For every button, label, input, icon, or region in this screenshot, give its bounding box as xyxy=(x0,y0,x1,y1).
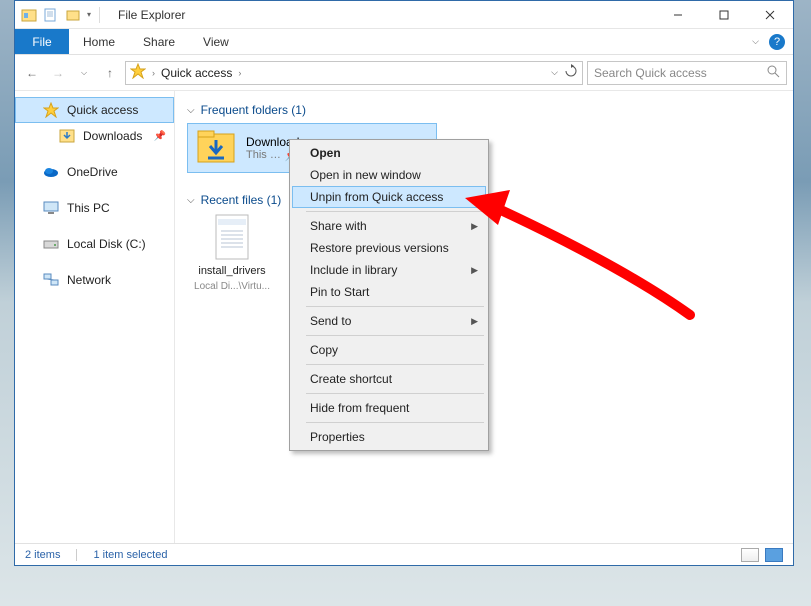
minimize-button[interactable] xyxy=(655,1,701,29)
status-item-count: 2 items xyxy=(25,549,60,561)
nav-label: This PC xyxy=(67,201,110,215)
search-icon xyxy=(767,65,780,81)
breadcrumb-quickaccess[interactable]: Quick access xyxy=(161,66,232,80)
help-icon[interactable]: ? xyxy=(769,34,785,50)
ctx-hide-frequent[interactable]: Hide from frequent xyxy=(292,397,486,419)
nav-this-pc[interactable]: This PC xyxy=(15,195,174,221)
pin-icon: 📌 xyxy=(154,131,166,142)
large-icons-view-button[interactable] xyxy=(765,548,783,562)
section-frequent-folders[interactable]: ⌵ Frequent folders (1) xyxy=(187,103,781,117)
ctx-open-new-window[interactable]: Open in new window xyxy=(292,164,486,186)
submenu-arrow-icon: ▶ xyxy=(471,221,478,232)
ctx-share-with[interactable]: Share with▶ xyxy=(292,215,486,237)
status-selected-count: 1 item selected xyxy=(93,549,167,561)
details-view-button[interactable] xyxy=(741,548,759,562)
address-dropdown-icon[interactable]: ⌵ xyxy=(551,67,558,78)
address-bar-row: ← → ⌵ ↑ › Quick access › ⌵ Search Quick … xyxy=(15,55,793,91)
onedrive-icon xyxy=(43,164,59,180)
close-button[interactable] xyxy=(747,1,793,29)
context-menu: Open Open in new window Unpin from Quick… xyxy=(289,139,489,451)
search-input[interactable]: Search Quick access xyxy=(587,61,787,85)
navigation-pane: Quick access Downloads 📌 OneDrive xyxy=(15,91,175,543)
nav-downloads[interactable]: Downloads 📌 xyxy=(15,123,174,149)
ctx-send-to[interactable]: Send to▶ xyxy=(292,310,486,332)
status-bar: 2 items 1 item selected xyxy=(15,543,793,565)
thispc-icon xyxy=(43,200,59,216)
tab-view[interactable]: View xyxy=(189,29,243,54)
ribbon-tabs: File Home Share View ⌵ ? xyxy=(15,29,793,55)
titlebar: ▾ File Explorer xyxy=(15,1,793,29)
search-placeholder: Search Quick access xyxy=(594,66,707,80)
network-icon xyxy=(43,272,59,288)
nav-onedrive[interactable]: OneDrive xyxy=(15,159,174,185)
tab-share[interactable]: Share xyxy=(129,29,189,54)
ctx-create-shortcut[interactable]: Create shortcut xyxy=(292,368,486,390)
nav-label: Local Disk (C:) xyxy=(67,237,146,251)
nav-quick-access[interactable]: Quick access xyxy=(15,97,174,123)
nav-label: Quick access xyxy=(67,103,138,117)
ctx-open[interactable]: Open xyxy=(292,142,486,164)
back-button[interactable]: ← xyxy=(21,62,43,84)
file-tab[interactable]: File xyxy=(15,29,69,54)
nav-local-disk[interactable]: Local Disk (C:) xyxy=(15,231,174,257)
nav-label: Network xyxy=(67,273,111,287)
ribbon-expand-icon[interactable]: ⌵ xyxy=(752,36,759,47)
submenu-arrow-icon: ▶ xyxy=(471,265,478,276)
text-file-icon xyxy=(208,213,256,261)
file-name: install_drivers xyxy=(198,265,265,277)
address-field[interactable]: › Quick access › ⌵ xyxy=(125,61,583,85)
drive-icon xyxy=(43,236,59,252)
collapse-icon[interactable]: ⌵ xyxy=(187,105,195,116)
downloads-folder-icon xyxy=(196,128,236,168)
file-path: Local Di...\Virtu... xyxy=(194,281,270,292)
ctx-pin-start[interactable]: Pin to Start xyxy=(292,281,486,303)
quickaccess-star-icon xyxy=(43,102,59,118)
maximize-button[interactable] xyxy=(701,1,747,29)
qat-properties-icon[interactable] xyxy=(43,7,59,23)
submenu-arrow-icon: ▶ xyxy=(471,316,478,327)
quickaccess-star-icon xyxy=(130,63,146,82)
ctx-copy[interactable]: Copy xyxy=(292,339,486,361)
recent-locations-button[interactable]: ⌵ xyxy=(73,62,95,84)
breadcrumb-sep-icon[interactable]: › xyxy=(236,68,243,78)
up-button[interactable]: ↑ xyxy=(99,62,121,84)
ctx-properties[interactable]: Properties xyxy=(292,426,486,448)
file-item-install-drivers[interactable]: install_drivers Local Di...\Virtu... xyxy=(187,213,277,292)
nav-label: Downloads xyxy=(83,129,142,143)
qat-dropdown-icon[interactable]: ▾ xyxy=(87,10,91,19)
collapse-icon[interactable]: ⌵ xyxy=(187,195,195,206)
nav-network[interactable]: Network xyxy=(15,267,174,293)
forward-button[interactable]: → xyxy=(47,62,69,84)
downloads-icon xyxy=(59,128,75,144)
refresh-icon[interactable] xyxy=(564,64,578,81)
ctx-unpin-quickaccess[interactable]: Unpin from Quick access xyxy=(292,186,486,208)
ctx-include-library[interactable]: Include in library▶ xyxy=(292,259,486,281)
app-icon xyxy=(21,7,37,23)
nav-label: OneDrive xyxy=(67,165,118,179)
ctx-restore-versions[interactable]: Restore previous versions xyxy=(292,237,486,259)
qat-newfolder-icon[interactable] xyxy=(65,7,81,23)
tab-home[interactable]: Home xyxy=(69,29,129,54)
window-title: File Explorer xyxy=(118,8,185,22)
breadcrumb-sep-icon[interactable]: › xyxy=(150,68,157,78)
